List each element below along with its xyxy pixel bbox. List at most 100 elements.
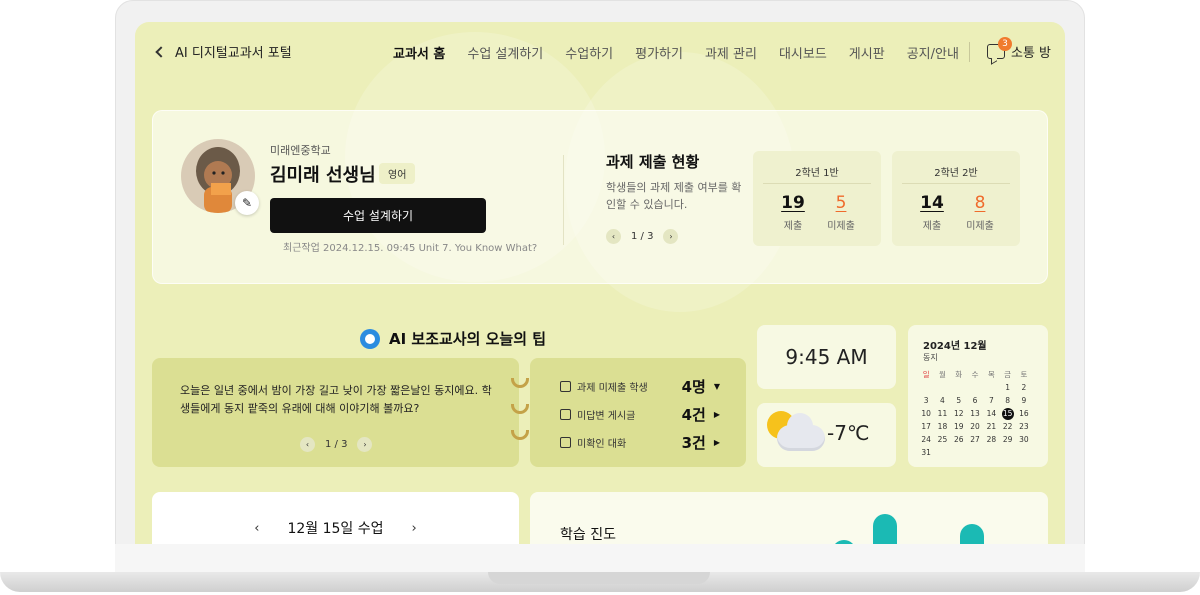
nav-item-assignments[interactable]: 과제 관리 <box>705 43 757 62</box>
progress-bar <box>873 514 897 544</box>
weekday-label: 수 <box>971 370 979 379</box>
submitted-stat: 14 제출 <box>910 193 954 232</box>
tip-card: 오늘은 일년 중에서 밤이 가장 길고 낮이 가장 짧은날인 동지에요. 학생들… <box>152 358 519 467</box>
status-label: 미확인 대화 <box>577 439 627 450</box>
nav-item-assessment[interactable]: 평가하기 <box>635 43 683 62</box>
calendar-widget: 2024년 12월 동지 일 월 화 수 목 금 토 1 2 3 4 5 6 7 8 9 10 11 12 13 14 1… <box>908 325 1048 467</box>
not-submitted-label: 미제출 <box>966 221 994 232</box>
calendar-day[interactable]: 8 <box>999 395 1015 407</box>
nav-item-lesson-design[interactable]: 수업 설계하기 <box>467 43 543 62</box>
next-page-button[interactable]: › <box>357 437 373 452</box>
tips-title: AI 보조교사의 오늘의 팁 <box>389 330 547 348</box>
prev-page-button[interactable]: ‹ <box>606 229 621 244</box>
calendar-day[interactable]: 1 <box>999 382 1015 394</box>
not-submitted-stat: 8 미제출 <box>958 193 1002 232</box>
calendar-day[interactable]: 24 <box>918 434 934 446</box>
status-label: 미답변 게시글 <box>577 411 636 422</box>
status-row-unread-chat[interactable]: 미확인 대화 3건 ▶ <box>560 432 720 453</box>
calendar-day[interactable]: 3 <box>918 395 934 407</box>
edit-avatar-button[interactable]: ✎ <box>235 191 259 215</box>
calendar-day[interactable]: 19 <box>951 421 967 433</box>
calendar-day[interactable]: 25 <box>934 434 950 446</box>
cloud-icon <box>777 413 825 451</box>
caret-down-icon: ▼ <box>713 382 720 391</box>
calendar-day[interactable]: 11 <box>934 408 950 420</box>
calendar-day[interactable]: 9 <box>1016 395 1032 407</box>
calendar-day[interactable]: 7 <box>983 395 999 407</box>
calendar-day[interactable]: 22 <box>999 421 1015 433</box>
calendar-day[interactable]: 23 <box>1016 421 1032 433</box>
calendar-day[interactable]: 15 <box>1001 408 1014 420</box>
prev-page-button[interactable]: ‹ <box>300 437 315 452</box>
calendar-day[interactable]: 2 <box>1016 382 1032 394</box>
calendar-day[interactable]: 30 <box>1016 434 1032 446</box>
pencil-icon: ✎ <box>241 196 253 210</box>
nav-item-dashboard[interactable]: 대시보드 <box>779 43 827 62</box>
nav-item-notice[interactable]: 공지/안내 <box>907 43 959 62</box>
laptop-notch <box>488 572 710 584</box>
calendar-day[interactable]: 17 <box>918 421 934 433</box>
class-stat-card[interactable]: 2학년 1반 19 제출 5 미제출 <box>753 151 881 246</box>
submission-pager: ‹ 1 / 3 › <box>606 229 679 244</box>
class-stat-card[interactable]: 2학년 2반 14 제출 8 미제출 <box>892 151 1020 246</box>
chat-icon: 3 <box>987 37 1012 59</box>
page-indicator: 1 / 3 <box>325 439 348 450</box>
app-screen: AI 디지털교과서 포털 교과서 홈 수업 설계하기 수업하기 평가하기 과제 … <box>135 22 1065 544</box>
lesson-title: 12월 15일 수업 <box>287 521 384 537</box>
calendar-empty <box>967 382 983 394</box>
calendar-day[interactable]: 21 <box>983 421 999 433</box>
nav-item-teaching[interactable]: 수업하기 <box>565 43 613 62</box>
calendar-day[interactable]: 18 <box>934 421 950 433</box>
next-page-button[interactable]: › <box>663 229 679 244</box>
calendar-day[interactable]: 6 <box>967 395 983 407</box>
status-row-unanswered[interactable]: 미답변 게시글 4건 ▶ <box>560 404 720 425</box>
chat-room-button[interactable]: 3 소통 방 <box>987 37 1052 61</box>
calendar-day[interactable]: 14 <box>983 408 999 420</box>
calendar-day[interactable]: 16 <box>1016 408 1032 420</box>
lesson-date-nav: ‹ 12월 15일 수업 › <box>152 518 519 538</box>
card-divider <box>563 155 564 245</box>
calendar-day[interactable]: 13 <box>967 408 983 420</box>
recent-work[interactable]: 최근작업 2024.12.15. 09:45 Unit 7. You Know … <box>283 239 537 254</box>
chevron-right-icon[interactable]: › <box>412 521 417 536</box>
back-link[interactable]: AI 디지털교과서 포털 <box>155 42 292 61</box>
chat-room-label: 소통 방 <box>1011 46 1052 61</box>
chevron-left-icon[interactable]: ‹ <box>254 521 259 536</box>
class-name: 2학년 1반 <box>795 168 839 179</box>
lesson-card: ‹ 12월 15일 수업 › <box>152 492 519 544</box>
top-nav: AI 디지털교과서 포털 교과서 홈 수업 설계하기 수업하기 평가하기 과제 … <box>135 22 1065 82</box>
lesson-design-button[interactable]: 수업 설계하기 <box>270 198 486 233</box>
nav-item-board[interactable]: 게시판 <box>849 43 885 62</box>
calendar-month: 2024년 12월 <box>923 341 987 352</box>
calendar-day[interactable]: 29 <box>999 434 1015 446</box>
calendar-day[interactable]: 27 <box>967 434 983 446</box>
calendar-day[interactable]: 26 <box>951 434 967 446</box>
book-icon <box>560 381 571 392</box>
calendar-day[interactable]: 28 <box>983 434 999 446</box>
not-submitted-stat: 5 미제출 <box>819 193 863 232</box>
status-row-unsubmitted[interactable]: 과제 미제출 학생 4명 ▼ <box>560 376 720 397</box>
calendar-day[interactable]: 20 <box>967 421 983 433</box>
submitted-count: 14 <box>920 193 944 213</box>
submitted-label: 제출 <box>783 221 803 232</box>
submission-title: 과제 제출 현황 <box>606 153 700 171</box>
nav-item-textbook-home[interactable]: 교과서 홈 <box>393 43 445 62</box>
nav-menu: 교과서 홈 수업 설계하기 수업하기 평가하기 과제 관리 대시보드 게시판 공… <box>393 43 959 62</box>
calendar-empty <box>934 382 950 394</box>
caret-right-icon: ▶ <box>713 410 720 419</box>
status-count: 4건 <box>681 406 706 424</box>
notification-badge: 3 <box>998 37 1012 51</box>
submitted-count: 19 <box>781 193 805 213</box>
calendar-day[interactable]: 10 <box>918 408 934 420</box>
divider <box>763 183 871 184</box>
portal-title: AI 디지털교과서 포털 <box>175 46 292 61</box>
school-name: 미래엔중학교 <box>270 144 331 157</box>
calendar-day[interactable]: 5 <box>951 395 967 407</box>
calendar-day[interactable]: 31 <box>918 447 934 459</box>
calendar-day[interactable]: 12 <box>951 408 967 420</box>
tip-text: 오늘은 일년 중에서 밤이 가장 길고 낮이 가장 짧은날인 동지에요. 학생들… <box>180 384 492 415</box>
calendar-empty <box>918 382 934 394</box>
class-name: 2학년 2반 <box>934 168 978 179</box>
status-label: 과제 미제출 학생 <box>577 383 648 394</box>
calendar-day[interactable]: 4 <box>934 395 950 407</box>
